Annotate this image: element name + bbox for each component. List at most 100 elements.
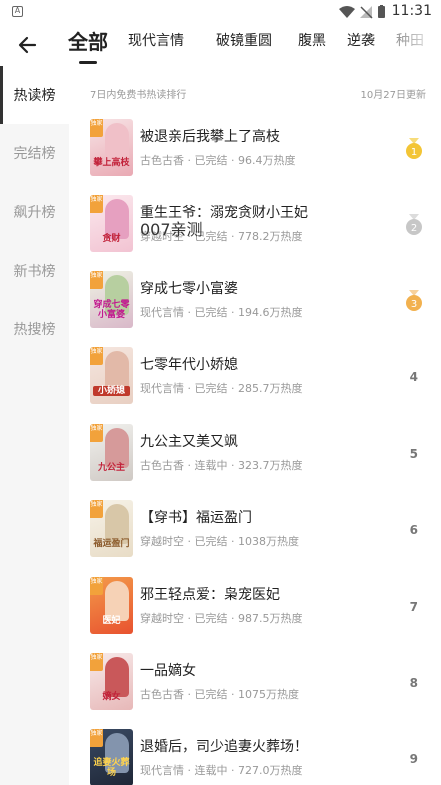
update-date: 10月27日更新 [360,90,426,101]
book-cover: 独家 九公主 [90,424,133,481]
book-cover: 独家 贪财 [90,195,133,252]
arrow-left-icon [18,36,37,54]
svg-text:1: 1 [411,147,417,158]
silver-medal-icon: 2 [406,214,422,235]
cover-title: 贪财 [102,234,121,244]
cover-figure [105,657,129,697]
status-bar: A 11:31 [0,0,441,24]
cover-figure [105,581,129,621]
book-row[interactable]: 独家 福运盈门 【穿书】福运盈门 穿越时空 · 已完结 · 1038万热度 6 [69,500,441,576]
rank-number: 4 [409,370,418,384]
exclusive-badge: 独家 [90,729,103,747]
book-row[interactable]: 独家 穿成七零小富婆 穿成七零小富婆 现代言情 · 已完结 · 194.6万热度… [69,271,441,347]
book-row[interactable]: 独家 追妻火葬场 退婚后，司少追妻火葬场！ 现代言情 · 连载中 · 727.0… [69,729,441,785]
book-title: 邪王轻点爱：枭宠医妃 [140,587,280,603]
exclusive-badge: 独家 [90,424,103,442]
sidebar-item-completed[interactable]: 完结榜 [0,124,69,182]
gold-medal-icon: 1 [406,138,422,159]
cover-title: 福运盈门 [93,539,130,549]
cover-figure [105,504,129,544]
bronze-medal-icon: 3 [406,290,422,311]
book-meta: 古色古香 · 连载中 · 323.7万热度 [140,459,303,472]
sidebar-item-hot-search[interactable]: 热搜榜 [0,300,69,358]
cover-title: 九公主 [97,463,125,473]
book-row[interactable]: 独家 嫡女 一品嫡女 古色古香 · 已完结 · 1075万热度 8 [69,653,441,729]
signal-off-icon [360,6,373,19]
cover-figure [105,428,129,468]
book-title: 一品嫡女 [140,663,196,679]
cover-title: 攀上高枝 [93,158,130,168]
exclusive-badge: 独家 [90,271,103,289]
exclusive-badge: 独家 [90,653,103,671]
book-cover: 独家 攀上高枝 [90,119,133,176]
cover-figure [105,123,129,163]
svg-text:2: 2 [411,223,417,234]
book-row[interactable]: 独家 小娇媳 七零年代小娇媳 现代言情 · 已完结 · 285.7万热度 4 [69,347,441,423]
book-cover: 独家 追妻火葬场 [90,729,133,785]
rank-number: 8 [409,676,418,690]
book-row[interactable]: 独家 攀上高枝 被退亲后我攀上了高枝 古色古香 · 已完结 · 96.4万热度 … [69,119,441,195]
sidebar-item-label: 飙升榜 [13,205,56,221]
book-meta: 古色古香 · 已完结 · 1075万热度 [140,688,299,701]
book-title: 退婚后，司少追妻火葬场！ [140,739,308,755]
cover-title: 小娇媳 [93,386,130,396]
wifi-icon [339,6,355,18]
tab-comeback[interactable]: 逆袭 [347,30,375,50]
cover-title: 追妻火葬场 [93,758,130,778]
sidebar-item-label: 热读榜 [13,88,56,104]
book-row[interactable]: 独家 九公主 九公主又美又飒 古色古香 · 连载中 · 323.7万热度 5 [69,424,441,500]
tab-all[interactable]: 全部 [68,26,108,55]
top-navigation: 全部 现代言情 破镜重圆 腹黑 逆袭 种田 [0,24,441,66]
exclusive-badge: 独家 [90,500,103,518]
svg-text:3: 3 [411,299,417,310]
cover-figure [105,199,129,239]
sidebar-item-rising[interactable]: 飙升榜 [0,183,69,241]
book-cover: 独家 小娇媳 [90,347,133,404]
notification-a-icon: A [12,6,23,17]
book-meta: 穿越时空 · 已完结 · 987.5万热度 [140,612,303,625]
ranking-sidebar: 热读榜 完结榜 飙升榜 新书榜 热搜榜 [0,66,69,785]
book-meta: 穿越时空 · 已完结 · 1038万热度 [140,535,299,548]
tab-modern-romance[interactable]: 现代言情 [128,30,184,50]
ranking-list: 7日内免费书热读排行 10月27日更新 独家 攀上高枝 被退亲后我攀上了高枝 古… [69,66,441,785]
book-title: 七零年代小娇媳 [140,357,238,373]
book-row[interactable]: 独家 贪财 重生王爷：溺宠贪财小王妃 穿越时空 · 已完结 · 778.2万热度… [69,195,441,271]
book-meta: 现代言情 · 已完结 · 194.6万热度 [140,306,303,319]
cover-figure [105,351,129,391]
clock: 11:31 [391,3,432,19]
rank-number: 6 [409,523,418,537]
book-title: 【穿书】福运盈门 [140,510,252,526]
book-meta: 现代言情 · 已完结 · 285.7万热度 [140,382,303,395]
book-title: 穿成七零小富婆 [140,281,238,297]
book-cover: 独家 医妃 [90,577,133,634]
rank-number: 7 [409,600,418,614]
tab-scheming[interactable]: 腹黑 [298,30,326,50]
sidebar-item-label: 完结榜 [13,146,56,162]
active-tab-indicator [79,61,97,64]
book-meta: 现代言情 · 连载中 · 727.0万热度 [140,764,303,777]
book-title: 九公主又美又飒 [140,434,238,450]
tab-fade [401,24,441,66]
book-cover: 独家 嫡女 [90,653,133,710]
exclusive-badge: 独家 [90,347,103,365]
cover-title: 嫡女 [102,692,121,702]
rank-number: 5 [409,447,418,461]
back-button[interactable] [14,32,42,58]
ranking-subtitle: 7日内免费书热读排行 [90,90,187,101]
watermark-text: 007亲测 [140,220,203,239]
tab-reunion[interactable]: 破镜重圆 [216,30,272,50]
exclusive-badge: 独家 [90,119,103,137]
sidebar-item-label: 新书榜 [13,264,56,280]
battery-icon [378,5,385,18]
book-cover: 独家 穿成七零小富婆 [90,271,133,328]
cover-title: 穿成七零小富婆 [93,300,130,320]
sidebar-item-new[interactable]: 新书榜 [0,242,69,300]
exclusive-badge: 独家 [90,195,103,213]
sidebar-item-label: 热搜榜 [13,322,56,338]
cover-title: 医妃 [102,616,121,626]
sidebar-item-hot-read[interactable]: 热读榜 [0,66,69,124]
book-title: 被退亲后我攀上了高枝 [140,129,280,145]
sidebar-active-indicator [0,66,3,124]
book-meta: 古色古香 · 已完结 · 96.4万热度 [140,154,296,167]
book-row[interactable]: 独家 医妃 邪王轻点爱：枭宠医妃 穿越时空 · 已完结 · 987.5万热度 7 [69,577,441,653]
